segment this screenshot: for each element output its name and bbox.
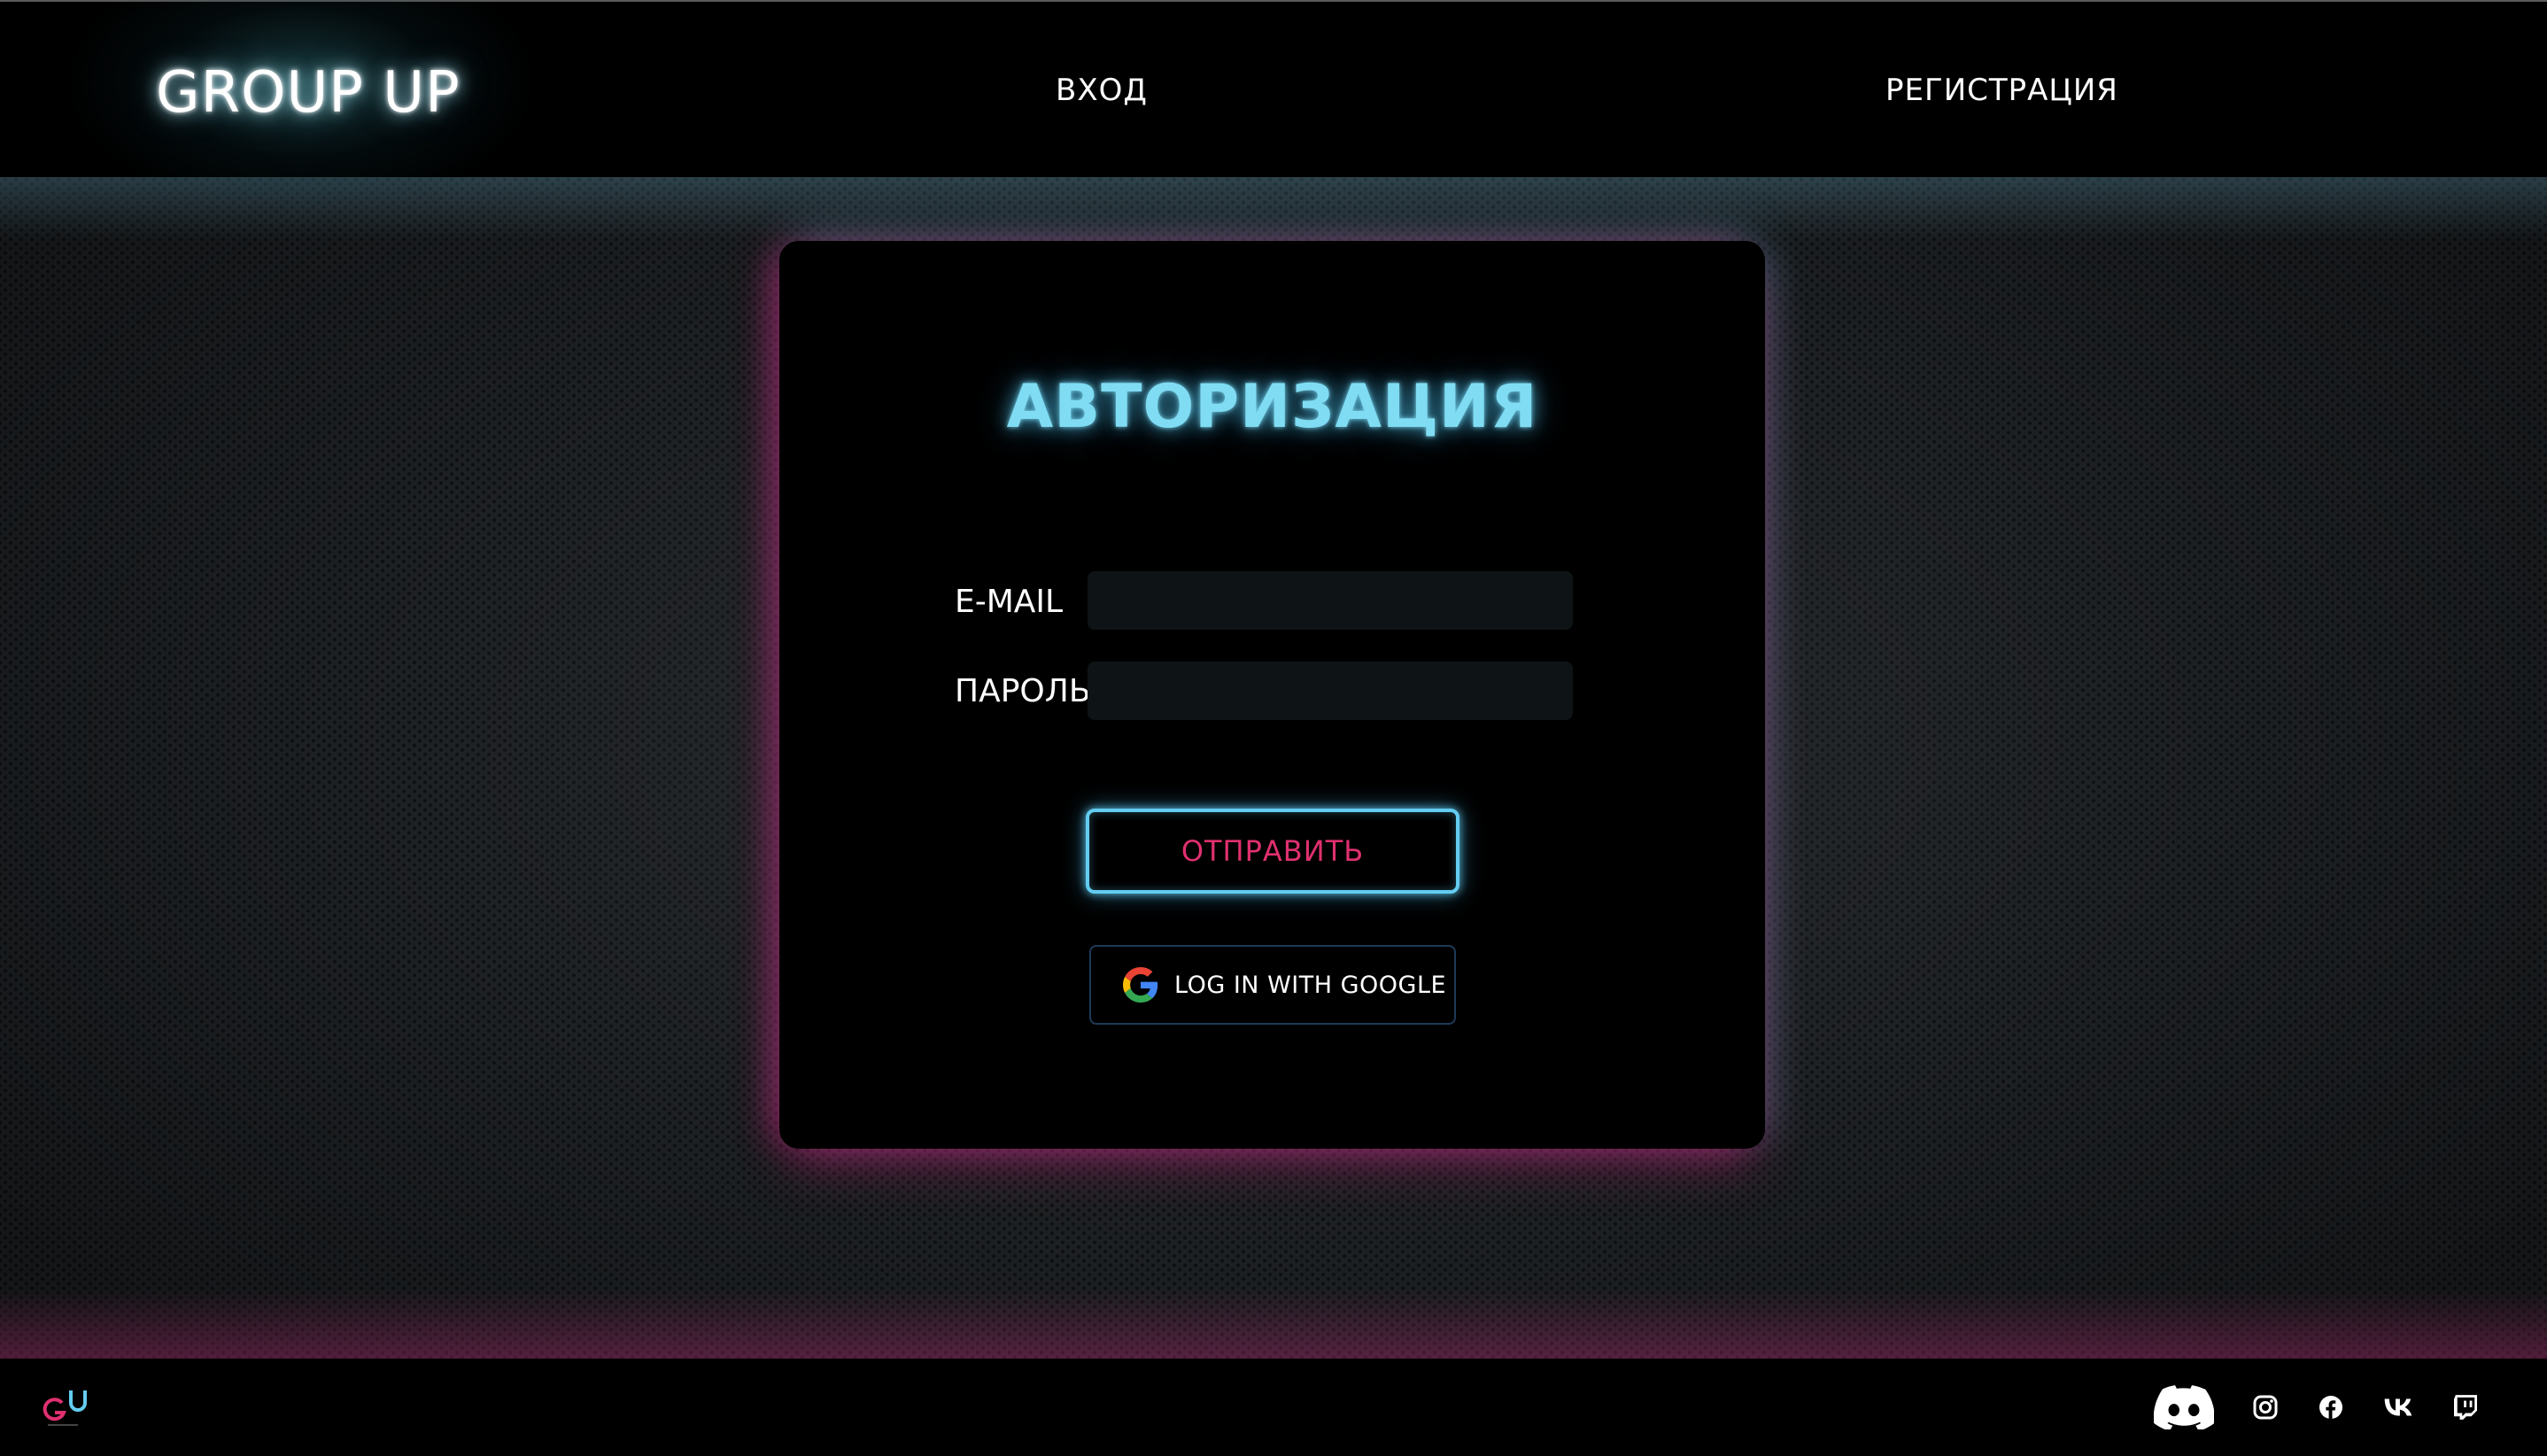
submit-button[interactable]: ОТПРАВИТЬ: [1086, 809, 1459, 894]
auth-card: АВТОРИЗАЦИЯ E-MAIL ПАРОЛЬ ОТПРАВИТЬ LOG …: [779, 241, 1765, 1149]
email-input[interactable]: [1088, 571, 1573, 630]
facebook-icon[interactable]: [2313, 1359, 2349, 1456]
site-footer: [0, 1359, 2547, 1456]
auth-title: АВТОРИЗАЦИЯ: [1006, 372, 1538, 442]
google-login-label: LOG IN WITH GOOGLE: [1174, 971, 1447, 999]
instagram-icon[interactable]: [2248, 1359, 2283, 1456]
site-logo[interactable]: GROUP UP: [156, 60, 461, 126]
twitch-icon[interactable]: [2448, 1359, 2483, 1456]
gu-logo-icon[interactable]: [43, 1383, 96, 1429]
password-input[interactable]: [1088, 662, 1573, 720]
nav-register-link[interactable]: РЕГИСТРАЦИЯ: [1885, 73, 2118, 108]
email-label: E-MAIL: [955, 584, 1064, 620]
google-login-button[interactable]: LOG IN WITH GOOGLE: [1089, 945, 1456, 1025]
vk-icon[interactable]: [2379, 1359, 2418, 1456]
submit-button-label: ОТПРАВИТЬ: [1181, 834, 1365, 868]
password-label: ПАРОЛЬ: [955, 673, 1091, 709]
site-header: GROUP UP ВХОД РЕГИСТРАЦИЯ: [0, 0, 2547, 214]
discord-icon[interactable]: [2150, 1359, 2218, 1456]
bottom-glow: [0, 1289, 2547, 1359]
nav-login-link[interactable]: ВХОД: [1056, 73, 1148, 108]
google-icon: [1123, 967, 1158, 1003]
